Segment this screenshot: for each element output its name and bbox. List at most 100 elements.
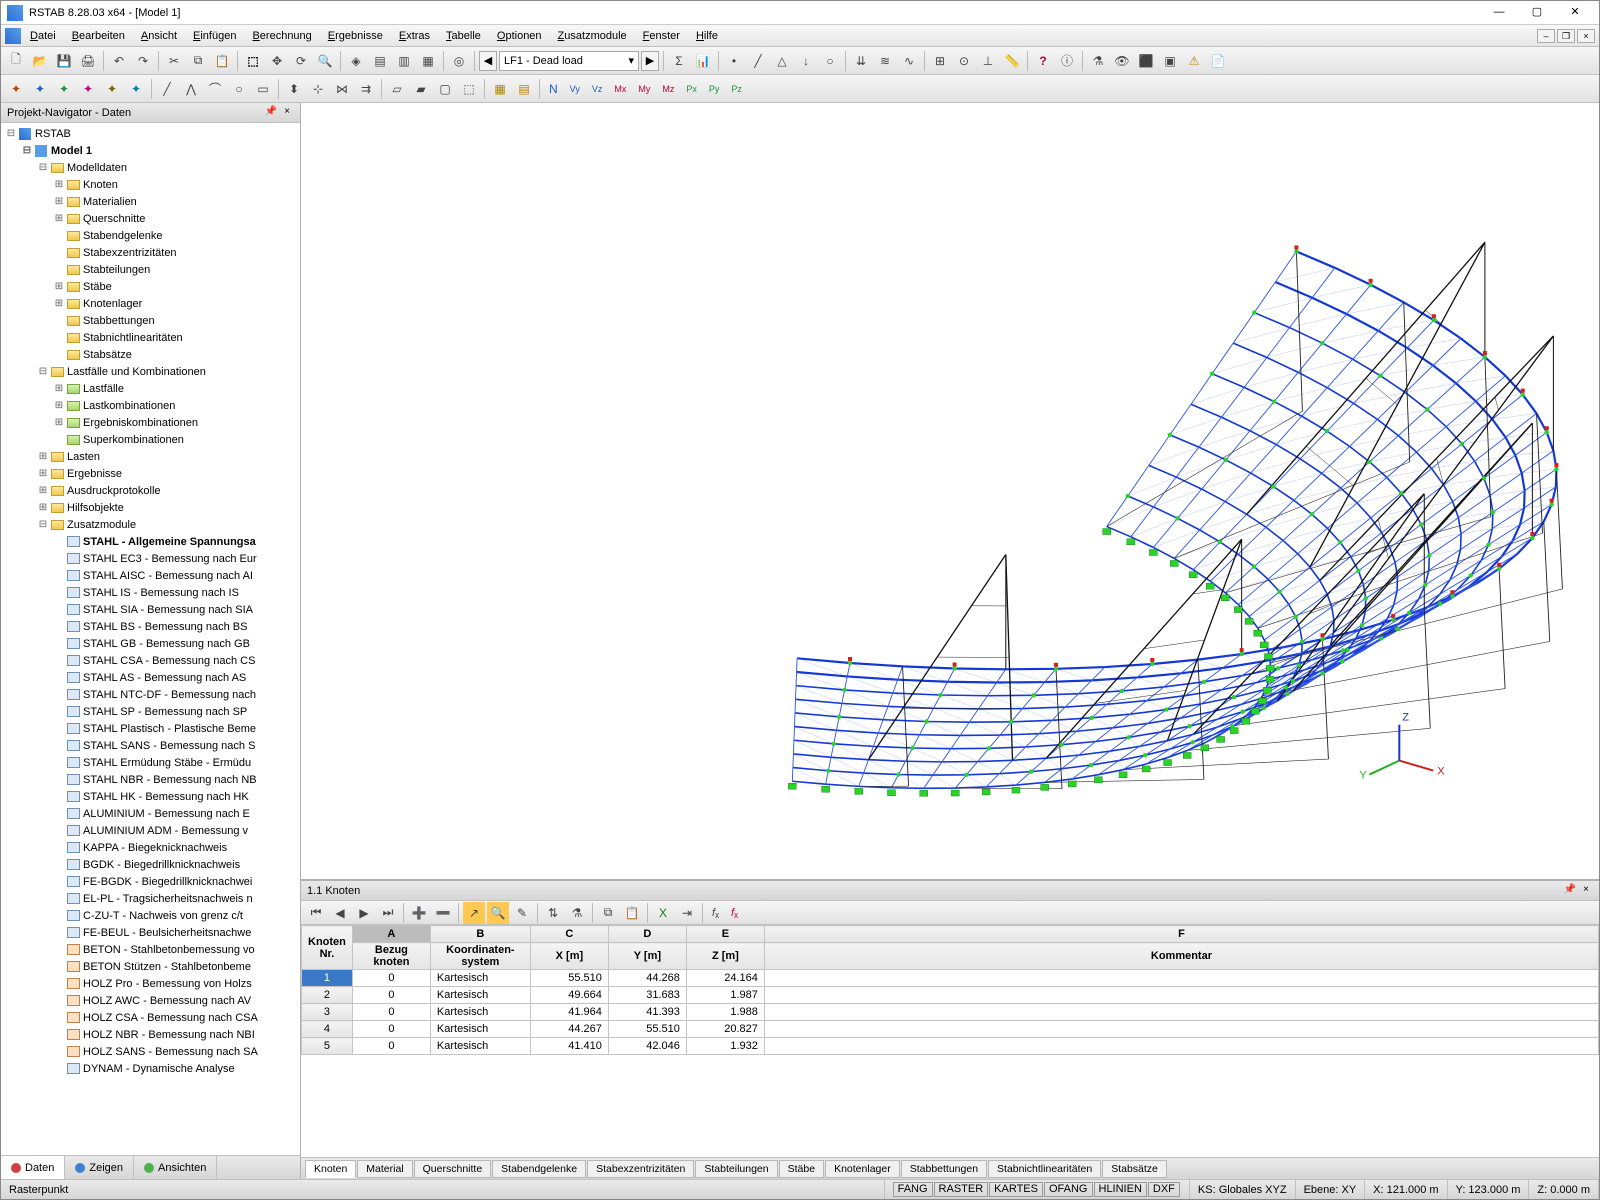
view-y-icon[interactable]: ▥ [393, 50, 415, 72]
tree-item[interactable]: Stabnichtlinearitäten [1, 329, 300, 346]
tree-item[interactable]: STAHL SP - Bemessung nach SP [1, 703, 300, 720]
tree-item[interactable]: Stabsätze [1, 346, 300, 363]
force-n-icon[interactable]: N [544, 78, 563, 100]
edit1-icon[interactable]: ✦ [5, 78, 27, 100]
undo-icon[interactable]: ↶ [108, 50, 130, 72]
tree-item[interactable]: C-ZU-T - Nachweis von grenz c/t [1, 907, 300, 924]
paste-icon[interactable]: 📋 [211, 50, 233, 72]
offset-icon[interactable]: ⇉ [355, 78, 377, 100]
tree-item[interactable]: ⊞Stäbe [1, 278, 300, 295]
tree-item[interactable]: DYNAM - Dynamische Analyse [1, 1060, 300, 1077]
mdi-minimize[interactable]: – [1537, 29, 1555, 43]
tree-item[interactable]: STAHL HK - Bemessung nach HK [1, 788, 300, 805]
table-tab[interactable]: Stabsätze [1102, 1160, 1167, 1178]
tbl-excel-icon[interactable]: X [652, 902, 674, 924]
tree-item[interactable]: ⊟Modelldaten [1, 159, 300, 176]
extrude-icon[interactable]: ⬍ [283, 78, 305, 100]
save-icon[interactable]: 💾 [53, 50, 75, 72]
tree-item[interactable]: KAPPA - Biegeknicknachweis [1, 839, 300, 856]
menu-bearbeiten[interactable]: Bearbeiten [65, 28, 132, 44]
table2-icon[interactable]: ▤ [513, 78, 535, 100]
edit4-icon[interactable]: ✦ [77, 78, 99, 100]
table-tab[interactable]: Stabteilungen [695, 1160, 777, 1178]
table-tab[interactable]: Querschnitte [414, 1160, 492, 1178]
table-row[interactable]: 20Kartesisch49.66431.6831.987 [302, 987, 1599, 1004]
boxsel2-icon[interactable]: ▰ [410, 78, 432, 100]
node-icon[interactable]: • [723, 50, 745, 72]
tab-views[interactable]: Ansichten [134, 1156, 217, 1179]
tree-item[interactable]: ⊞Ergebnisse [1, 465, 300, 482]
panel-close-icon[interactable]: × [280, 106, 294, 120]
tree-item[interactable]: ⊞Knoten [1, 176, 300, 193]
table-close-icon[interactable]: × [1579, 884, 1593, 898]
viewport-3d[interactable]: XYZ [301, 103, 1599, 879]
menu-fenster[interactable]: Fenster [636, 28, 687, 44]
tree-item[interactable]: HOLZ SANS - Bemessung nach SA [1, 1043, 300, 1060]
select-icon[interactable]: ⬚ [242, 50, 264, 72]
circ-icon[interactable]: ○ [228, 78, 250, 100]
tbl-next-icon[interactable]: ▶ [353, 902, 375, 924]
tree-item[interactable]: Stabteilungen [1, 261, 300, 278]
menu-tabelle[interactable]: Tabelle [439, 28, 488, 44]
snap-toggle[interactable]: HLINIEN [1094, 1182, 1147, 1197]
zoom-icon[interactable]: 🔍 [314, 50, 336, 72]
force-mx-icon[interactable]: Mx [609, 78, 631, 100]
panel-pin-icon[interactable]: 📌 [264, 106, 278, 120]
close-button[interactable]: ✕ [1557, 4, 1593, 22]
tree-item[interactable]: STAHL - Allgemeine Spannungsa [1, 533, 300, 550]
table-tab[interactable]: Material [357, 1160, 412, 1178]
tbl-import-icon[interactable]: ⇥ [676, 902, 698, 924]
tbl-sort-icon[interactable]: ⇅ [542, 902, 564, 924]
tree-item[interactable]: ⊞Lasten [1, 448, 300, 465]
module-icon[interactable]: ▣ [1159, 50, 1181, 72]
tree-item[interactable]: ⊞Hilfsobjekte [1, 499, 300, 516]
table-row[interactable]: 40Kartesisch44.26755.51020.827 [302, 1021, 1599, 1038]
tbl-filter-icon[interactable]: ⚗ [566, 902, 588, 924]
line-icon[interactable]: ╱ [156, 78, 178, 100]
open-icon[interactable]: 📂 [29, 50, 51, 72]
table-pin-icon[interactable]: 📌 [1563, 884, 1577, 898]
table-tab[interactable]: Stäbe [779, 1160, 824, 1178]
mdi-close[interactable]: × [1577, 29, 1595, 43]
tbl-paste-icon[interactable]: 📋 [621, 902, 643, 924]
view-x-icon[interactable]: ▤ [369, 50, 391, 72]
menu-ergebnisse[interactable]: Ergebnisse [321, 28, 390, 44]
tree-item[interactable]: ⊞Knotenlager [1, 295, 300, 312]
tree-item[interactable]: STAHL Plastisch - Plastische Beme [1, 720, 300, 737]
tree-item[interactable]: ⊟Model 1 [1, 142, 300, 159]
tbl-goto-icon[interactable]: ↗ [463, 902, 485, 924]
tree-item[interactable]: STAHL CSA - Bemessung nach CS [1, 652, 300, 669]
tbl-fx-icon[interactable]: fₓ [707, 902, 724, 924]
tree-item[interactable]: Stabendgelenke [1, 227, 300, 244]
tbl-last-icon[interactable]: ⏭ [377, 902, 399, 924]
boxsel-icon[interactable]: ▱ [386, 78, 408, 100]
table-tab[interactable]: Stabendgelenke [492, 1160, 586, 1178]
table-tab[interactable]: Stabnichtlinearitäten [988, 1160, 1101, 1178]
table-row[interactable]: 50Kartesisch41.41042.0461.932 [302, 1038, 1599, 1055]
tree-item[interactable]: Stabexzentrizitäten [1, 244, 300, 261]
rotate-icon[interactable]: ⟳ [290, 50, 312, 72]
tree-item[interactable]: STAHL NTC-DF - Bemessung nach [1, 686, 300, 703]
table-tab[interactable]: Stabbettungen [901, 1160, 987, 1178]
tree-item[interactable]: STAHL SIA - Bemessung nach SIA [1, 601, 300, 618]
tree-item[interactable]: STAHL BS - Bemessung nach BS [1, 618, 300, 635]
tree-item[interactable]: Stabbettungen [1, 312, 300, 329]
help-icon[interactable]: ? [1032, 50, 1054, 72]
tree-item[interactable]: ⊟RSTAB [1, 125, 300, 142]
cut-icon[interactable]: ✂ [163, 50, 185, 72]
tab-data[interactable]: Daten [1, 1156, 65, 1179]
tbl-prev-icon[interactable]: ◀ [329, 902, 351, 924]
force-px-icon[interactable]: Px [681, 78, 702, 100]
tree-item[interactable]: ⊞Querschnitte [1, 210, 300, 227]
force-mz-icon[interactable]: Mz [657, 78, 679, 100]
view-z-icon[interactable]: ▦ [417, 50, 439, 72]
tree-item[interactable]: STAHL AISC - Bemessung nach AI [1, 567, 300, 584]
tree-item[interactable]: FE-BEUL - Beulsicherheitsnachwe [1, 924, 300, 941]
view-iso-icon[interactable]: ◈ [345, 50, 367, 72]
visibility-icon[interactable]: 👁 [1111, 50, 1133, 72]
force-vy-icon[interactable]: Vy [565, 78, 585, 100]
print-icon[interactable]: 🖨 [77, 50, 99, 72]
tree-item[interactable]: ⊟Lastfälle und Kombinationen [1, 363, 300, 380]
connect-icon[interactable]: ⋈ [331, 78, 353, 100]
hinge-icon[interactable]: ○ [819, 50, 841, 72]
